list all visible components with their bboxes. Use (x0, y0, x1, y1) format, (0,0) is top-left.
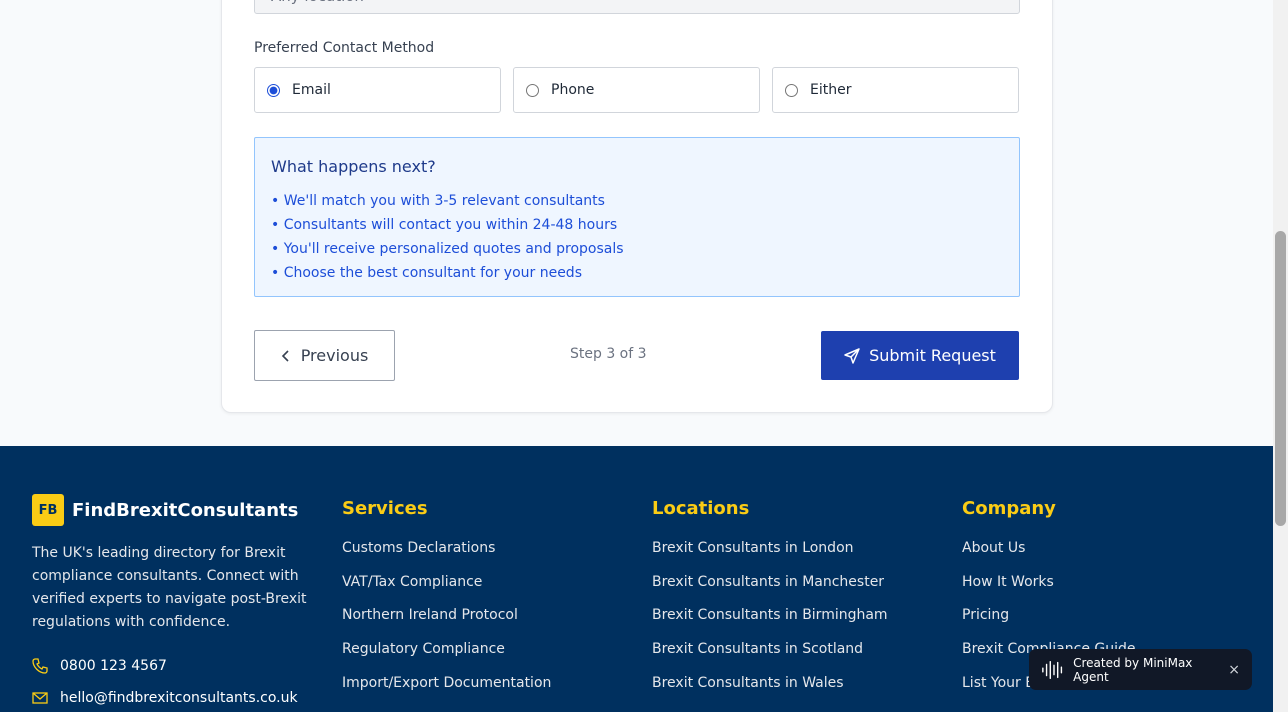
next-steps-box: What happens next? • We'll match you wit… (254, 137, 1020, 297)
footer-link[interactable]: Customs Declarations (342, 540, 551, 574)
footer-link[interactable]: Northern Ireland Protocol (342, 607, 551, 641)
next-step-item: • Consultants will contact you within 24… (271, 217, 618, 233)
contact-option-email[interactable]: Email (254, 67, 501, 113)
brand-logo: FB (32, 494, 64, 526)
footer-brand[interactable]: FB FindBrexitConsultants (32, 494, 298, 526)
either-radio[interactable] (785, 83, 798, 97)
submit-request-button[interactable]: Submit Request (821, 331, 1019, 380)
previous-label: Previous (300, 346, 369, 365)
contact-option-label: Either (810, 82, 852, 98)
company-title: Company (962, 498, 1056, 519)
contact-option-phone[interactable]: Phone (513, 67, 760, 113)
send-icon (844, 347, 860, 364)
footer-link[interactable]: About Us (962, 540, 1136, 574)
next-step-item: • Choose the best consultant for your ne… (271, 265, 582, 281)
footer-locations: Locations Brexit Consultants in London B… (652, 498, 888, 708)
footer-link[interactable]: Brexit Consultants in Birmingham (652, 607, 888, 641)
next-step-item: • We'll match you with 3-5 relevant cons… (271, 193, 605, 209)
phone-number: 0800 123 4567 (60, 658, 167, 674)
locations-title: Locations (652, 498, 750, 519)
contact-method-label: Preferred Contact Method (254, 40, 435, 56)
chevron-left-icon (281, 349, 289, 362)
next-step-item: • You'll receive personalized quotes and… (271, 241, 624, 257)
footer-link[interactable]: Import/Export Documentation (342, 675, 551, 709)
badge-text: Created by MiniMax Agent (1073, 655, 1193, 684)
location-select[interactable]: Any location (254, 0, 1020, 14)
footer-link[interactable]: Brexit Consultants in London (652, 540, 888, 574)
brand-name: FindBrexitConsultants (72, 499, 299, 521)
footer-link[interactable]: Regulatory Compliance (342, 641, 551, 675)
brand-description: The UK's leading directory for Brexit co… (32, 545, 307, 630)
step-indicator: Step 3 of 3 (570, 346, 647, 362)
footer-link[interactable]: How It Works (962, 574, 1136, 608)
next-steps-title: What happens next? (271, 157, 436, 176)
footer-link[interactable]: Brexit Consultants in Scotland (652, 641, 888, 675)
phone-radio[interactable] (526, 83, 539, 97)
mail-icon (32, 692, 48, 704)
footer-phone[interactable]: 0800 123 4567 (32, 658, 167, 674)
footer-email[interactable]: hello@findbrexitconsultants.co.uk (32, 690, 298, 706)
page-scrollbar[interactable] (1273, 0, 1288, 712)
waveform-icon (1042, 660, 1063, 679)
footer-services: Services Customs Declarations VAT/Tax Co… (342, 498, 551, 708)
email-radio[interactable] (267, 83, 280, 97)
contact-option-label: Email (292, 82, 331, 98)
contact-option-either[interactable]: Either (772, 67, 1019, 113)
close-icon[interactable]: × (1228, 662, 1240, 678)
footer-link[interactable]: Brexit Consultants in Wales (652, 675, 888, 709)
footer-link[interactable]: Pricing (962, 607, 1136, 641)
scroll-thumb[interactable] (1275, 231, 1286, 526)
footer-link[interactable]: Brexit Consultants in Manchester (652, 574, 888, 608)
minimax-badge[interactable]: Created by MiniMax Agent × (1029, 649, 1252, 690)
previous-button[interactable]: Previous (254, 330, 395, 381)
email-address: hello@findbrexitconsultants.co.uk (60, 690, 298, 706)
contact-option-label: Phone (551, 82, 595, 98)
services-title: Services (342, 498, 428, 519)
phone-icon (32, 658, 48, 674)
footer-link[interactable]: VAT/Tax Compliance (342, 574, 551, 608)
submit-label: Submit Request (869, 346, 996, 365)
